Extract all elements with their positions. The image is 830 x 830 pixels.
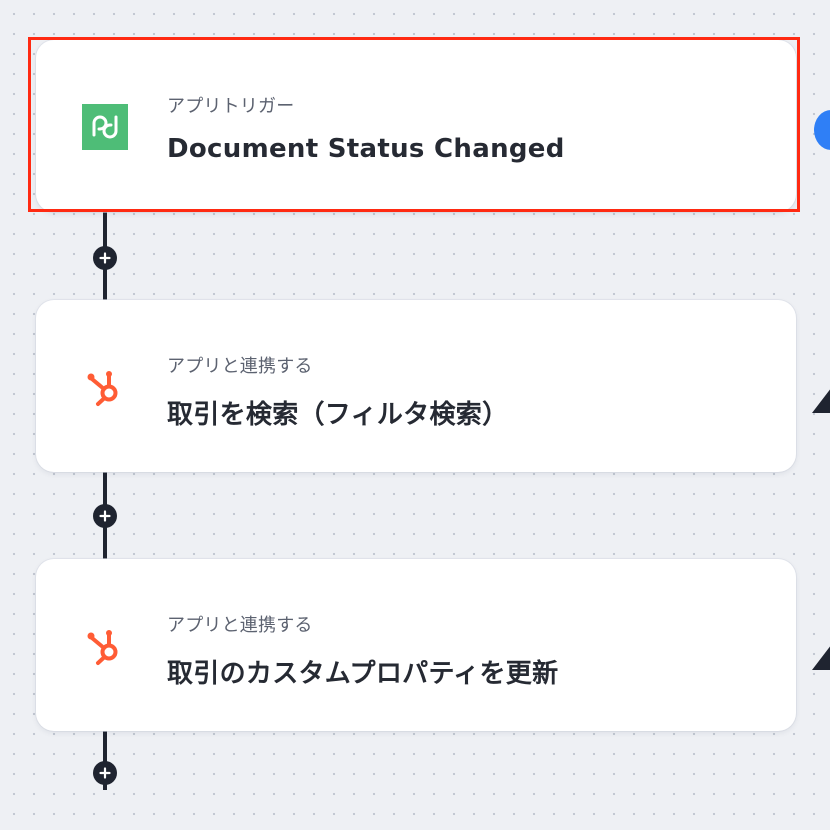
plus-icon [99,510,111,522]
status-badge [814,110,830,150]
step-category-label: アプリと連携する [167,615,313,636]
flow-step-card-update-deal[interactable]: アプリと連携する 取引のカスタムプロパティを更新 [36,559,796,731]
plus-icon [99,252,111,264]
flow-step-card-search-deals[interactable]: アプリと連携する 取引を検索（フィルタ検索） [36,300,796,472]
flow-step-card-trigger[interactable]: アプリトリガー Document Status Changed [36,40,796,212]
warning-icon [812,389,830,413]
pandadoc-icon [82,104,128,150]
step-title: 取引を検索（フィルタ検索） [167,400,509,430]
warning-icon [812,646,830,670]
add-step-button[interactable] [93,761,117,785]
step-category-label: アプリと連携する [167,356,313,377]
step-title: Document Status Changed [167,134,565,164]
hubspot-icon [87,630,118,665]
plus-icon [99,767,111,779]
add-step-button[interactable] [93,504,117,528]
hubspot-icon [87,371,118,406]
step-title: 取引のカスタムプロパティを更新 [167,659,559,689]
add-step-button[interactable] [93,246,117,270]
step-category-label: アプリトリガー [167,96,295,117]
